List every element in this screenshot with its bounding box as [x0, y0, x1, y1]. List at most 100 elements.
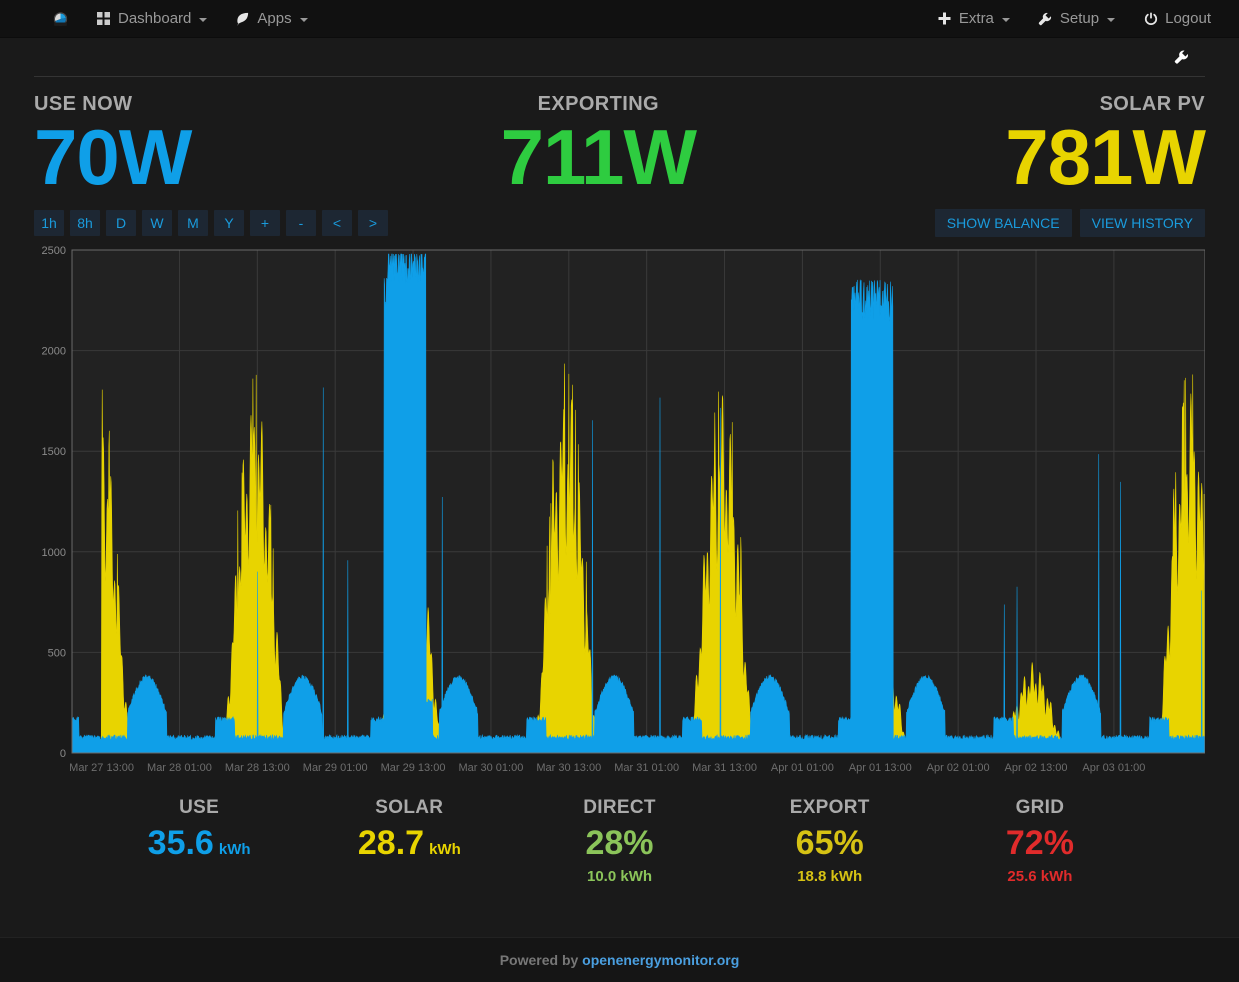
use-now-label: USE NOW — [34, 93, 133, 115]
nav-item-logout[interactable]: Logout — [1129, 0, 1225, 38]
nav-item-apps-label: Apps — [257, 9, 292, 27]
x-axis-tick: Apr 02 13:00 — [1005, 762, 1068, 774]
range-button-8h[interactable]: 8h — [70, 210, 100, 236]
nav-item-extra-label: Extra — [958, 9, 994, 27]
y-axis-tick: 1000 — [42, 547, 66, 559]
config-button[interactable] — [1171, 47, 1191, 67]
nav-item-logout-label: Logout — [1165, 9, 1211, 27]
summary-subvalue: 10.0 kWh — [586, 868, 653, 885]
range-button-1h[interactable]: 1h — [34, 210, 64, 236]
leaf-icon — [235, 11, 250, 26]
y-axis-tick: 1500 — [42, 446, 66, 458]
config-toolbar — [34, 38, 1205, 76]
summary-label: USE — [179, 797, 220, 818]
headline-row: USE NOW 70W EXPORTING 711W SOLAR PV 781W — [34, 85, 1206, 201]
range-button-prev[interactable]: < — [322, 210, 352, 236]
power-chart[interactable]: 0 500 1000 1500 2000 2500 Mar 27 13:00 Mar 28 0… — [34, 245, 1205, 775]
range-button-D[interactable]: D — [106, 210, 136, 236]
y-axis-tick: 0 — [60, 748, 66, 760]
range-button-zoomin[interactable]: + — [250, 210, 280, 236]
brand-logo[interactable] — [38, 11, 82, 26]
page-container: USE NOW 70W EXPORTING 711W SOLAR PV 781W… — [0, 38, 1239, 885]
summary-subvalue: 25.6 kWh — [1007, 868, 1073, 885]
summary-label: SOLAR — [375, 797, 444, 818]
x-axis-tick: Mar 29 01:00 — [303, 762, 368, 774]
summary-value-row: 28% — [585, 825, 653, 861]
range-button-M[interactable]: M — [178, 210, 208, 236]
view-history-button[interactable]: VIEW HISTORY — [1079, 209, 1205, 237]
summary-value-row: 65% — [796, 825, 864, 861]
x-axis-tick: Mar 27 13:00 — [69, 762, 134, 774]
solar-pv-value: 781W — [1005, 113, 1206, 201]
plus-icon — [937, 11, 952, 26]
grid-icon — [96, 11, 111, 26]
summary-label: DIRECT — [583, 797, 656, 818]
footer-link-openenergymonitor[interactable]: openenergymonitor.org — [582, 952, 739, 968]
y-axis-tick: 2500 — [42, 245, 66, 257]
x-axis-tick: Apr 02 01:00 — [927, 762, 990, 774]
range-button-next[interactable]: > — [358, 210, 388, 236]
controls-row: 1h 8h D W M Y + - < > SHOW BALANCE VIEW HISTORY — [34, 201, 1205, 237]
summary-value: 28.7 — [357, 824, 425, 862]
nav-item-dashboard[interactable]: Dashboard — [82, 0, 221, 38]
x-axis-tick: Apr 01 01:00 — [771, 762, 834, 774]
power-icon — [1143, 11, 1158, 26]
show-balance-button[interactable]: SHOW BALANCE — [934, 209, 1072, 237]
time-range-buttons: 1h 8h D W M Y + - < > — [34, 210, 394, 236]
range-button-Y[interactable]: Y — [214, 210, 244, 236]
x-axis-tick: Apr 01 13:00 — [849, 762, 912, 774]
page-footer: Powered by openenergymonitor.org — [0, 937, 1239, 982]
headline-exporting: EXPORTING 711W — [500, 93, 697, 201]
summary-value: 35.6 — [147, 824, 214, 862]
chevron-down-icon — [199, 17, 208, 22]
summary-item-solar: SOLAR 28.7 kWh — [304, 797, 514, 885]
nav-item-dashboard-label: Dashboard — [118, 9, 192, 27]
chart-action-buttons: SHOW BALANCE VIEW HISTORY — [927, 209, 1205, 237]
x-axis-tick: Mar 30 13:00 — [536, 762, 601, 774]
summary-value-row: 35.6 kWh — [148, 825, 251, 861]
summary-unit: kWh — [429, 841, 461, 858]
summary-value: 72% — [1005, 824, 1074, 862]
x-axis-tick: Mar 31 13:00 — [692, 762, 757, 774]
summary-row: USE 35.6 kWh SOLAR 28.7 kWh DIRECT 28% 10.0 kWh E… — [34, 797, 1205, 885]
nav-item-setup-label: Setup — [1059, 9, 1100, 27]
summary-label: EXPORT — [789, 797, 870, 818]
chevron-down-icon — [299, 17, 308, 22]
summary-label: GRID — [1015, 797, 1065, 818]
solar-pv-label: SOLAR PV — [1099, 93, 1205, 115]
navbar-right-group: Extra Setup Logout — [923, 0, 1239, 38]
use-now-value: 70W — [34, 113, 192, 201]
x-axis-tick: Apr 03 01:00 — [1082, 762, 1145, 774]
y-axis-tick: 500 — [48, 647, 66, 659]
gauge-logo-icon — [53, 11, 68, 26]
navbar-left-group: Dashboard Apps — [0, 0, 322, 38]
range-button-W[interactable]: W — [142, 210, 172, 236]
exporting-label: EXPORTING — [537, 93, 660, 115]
y-axis-tick: 2000 — [42, 346, 66, 358]
summary-value: 28% — [585, 824, 654, 862]
summary-subvalue: 18.8 kWh — [797, 868, 863, 885]
chevron-down-icon — [1001, 17, 1010, 22]
summary-value-row: 72% — [1006, 825, 1074, 861]
nav-item-setup[interactable]: Setup — [1024, 0, 1129, 38]
summary-item-export: EXPORT 65% 18.8 kWh — [725, 797, 935, 885]
summary-unit: kWh — [218, 841, 251, 858]
x-axis-tick: Mar 28 13:00 — [225, 762, 290, 774]
header-divider — [34, 76, 1205, 77]
summary-value-row: 28.7 kWh — [358, 825, 461, 861]
summary-item-direct: DIRECT 28% 10.0 kWh — [514, 797, 724, 885]
x-axis-tick: Mar 29 13:00 — [381, 762, 446, 774]
nav-item-apps[interactable]: Apps — [221, 0, 321, 38]
top-navbar: Dashboard Apps Extra Setup Logout — [0, 0, 1239, 38]
power-chart-svg[interactable]: 0 500 1000 1500 2000 2500 Mar 27 13:00 Mar 28 0… — [34, 245, 1205, 775]
chevron-down-icon — [1107, 17, 1116, 22]
x-axis-tick: Mar 31 01:00 — [614, 762, 679, 774]
summary-item-grid: GRID 72% 25.6 kWh — [935, 797, 1145, 885]
headline-use-now: USE NOW 70W — [34, 93, 192, 201]
range-button-zoomout[interactable]: - — [286, 210, 316, 236]
footer-text: Powered by openenergymonitor.org — [500, 952, 740, 968]
nav-item-extra[interactable]: Extra — [923, 0, 1024, 38]
wrench-icon — [1038, 11, 1053, 26]
footer-powered-by: Powered by — [499, 952, 583, 968]
exporting-value: 711W — [500, 113, 697, 201]
